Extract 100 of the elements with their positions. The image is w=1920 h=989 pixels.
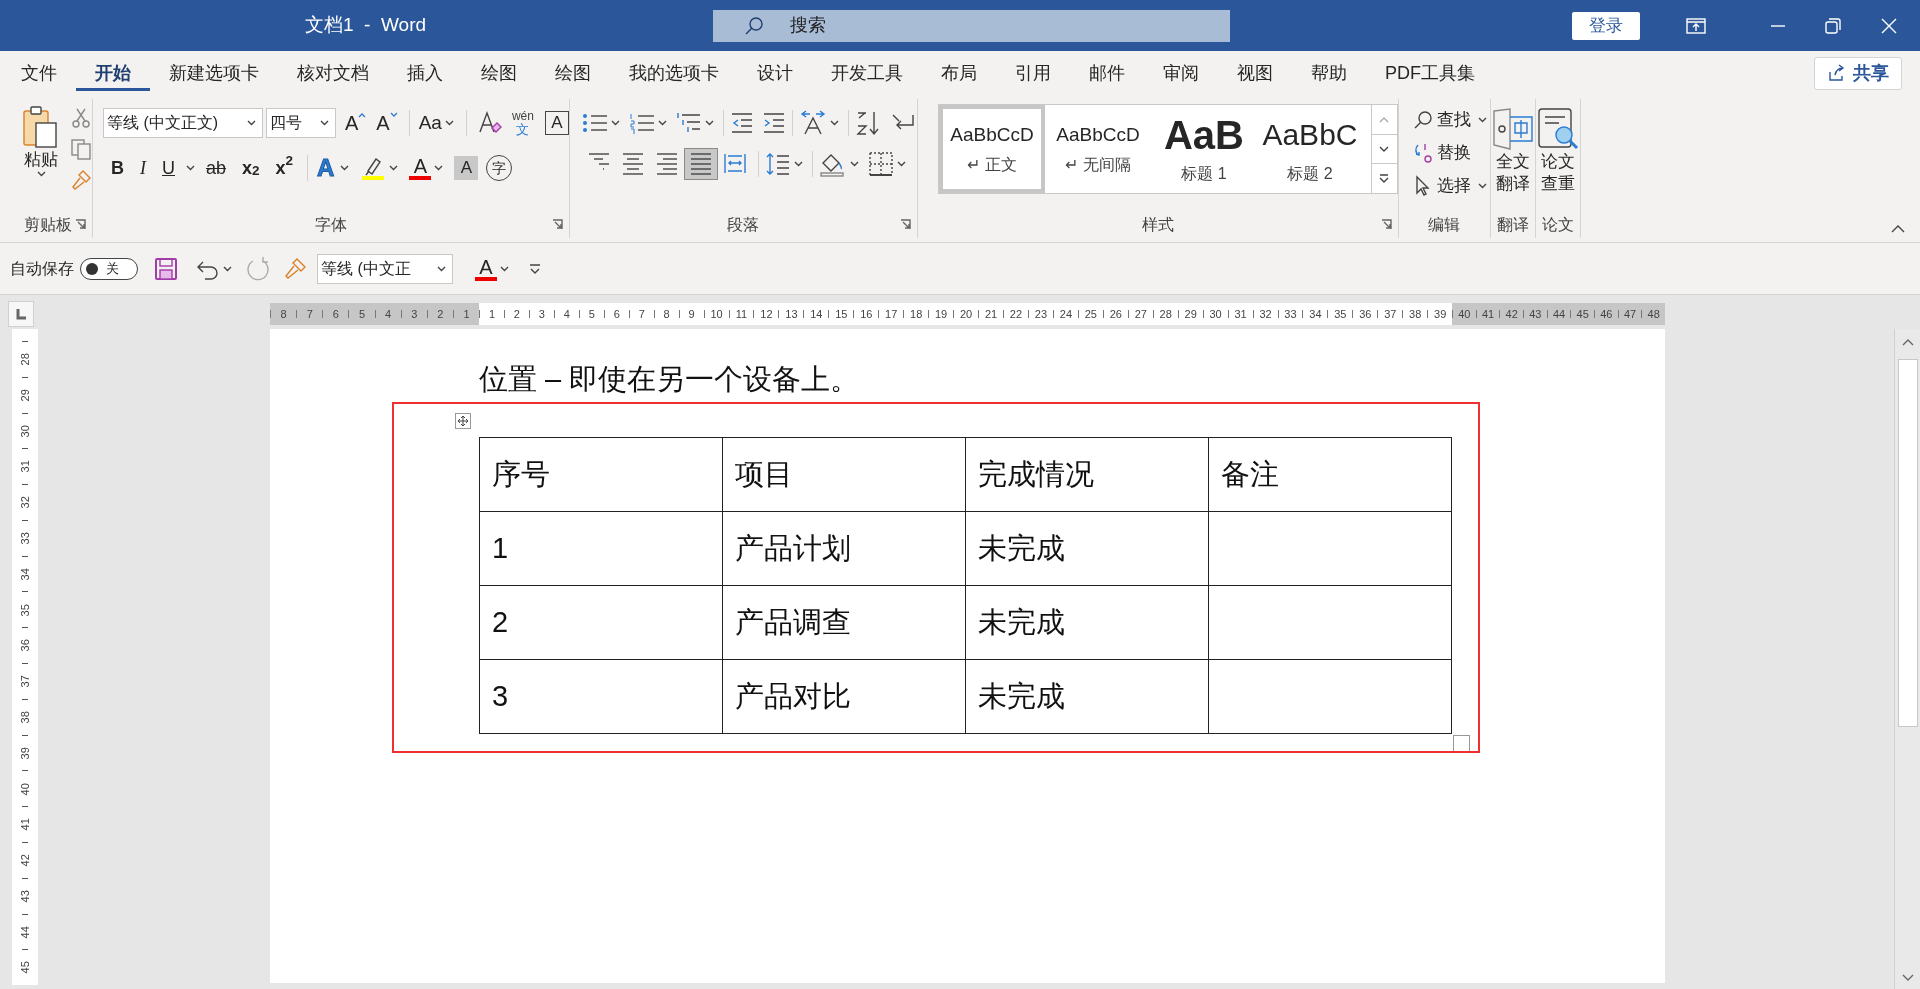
sort-icon[interactable] [854,110,881,136]
cut-icon[interactable] [70,107,92,129]
ribbon-display-icon[interactable] [1686,16,1706,35]
save-icon[interactable] [154,256,178,281]
format-button[interactable]: ab [198,153,235,183]
more-styles-icon[interactable] [1379,173,1390,184]
font-name-field[interactable]: 等线 (中文正 [317,253,453,284]
change-case-button[interactable]: Aa [415,108,460,138]
vertical-ruler[interactable]: 28 29 30 31 32 33 34 35 36 37 38 39 40 41 42 43 44 45 [12,329,38,985]
caret-icon[interactable] [500,265,509,272]
caret-icon[interactable] [340,165,350,171]
highlighter-icon[interactable] [360,155,387,181]
ribbon-tab[interactable]: 开发工具 [812,55,922,91]
caret-icon[interactable] [247,120,256,126]
caret-icon[interactable] [434,165,444,171]
ribbon-tab[interactable]: 插入 [388,55,462,91]
caret-icon[interactable] [223,265,232,272]
format-button[interactable]: B [103,153,132,183]
share-button[interactable]: 共享 [1814,56,1902,90]
ribbon-tab[interactable]: 绘图 [536,55,610,91]
editing-button[interactable]: 选择 [1412,171,1490,201]
shrink-font-button[interactable]: A [371,108,403,138]
editing-button[interactable]: 查找 [1412,105,1490,135]
increase-indent-icon[interactable] [761,112,786,134]
style-item[interactable]: AaBbCcD ↵ 正文 [938,105,1045,193]
multilevel-list-icon[interactable] [675,111,702,135]
caret-icon[interactable] [389,165,399,171]
format-button[interactable]: x$_{2}$ [234,153,268,183]
dialog-launcher-icon[interactable] [899,219,911,230]
ribbon-tab[interactable]: 我的选项卡 [610,55,738,91]
dialog-launcher-icon[interactable] [1380,219,1392,230]
ribbon-tab[interactable]: 绘图 [462,55,536,91]
character-shading-button[interactable]: A [454,156,479,180]
caret-icon[interactable] [1477,183,1487,189]
dialog-launcher-icon[interactable] [551,219,563,230]
scrollbar-thumb[interactable] [1897,359,1918,727]
caret-icon[interactable] [186,165,195,171]
thesis-check-button[interactable]: 论文查重 [1535,107,1580,195]
search-field[interactable]: 搜索 [713,9,1230,42]
style-item[interactable]: AaBbC 标题 2 [1256,105,1363,193]
format-button[interactable]: x$^{2}$ [267,153,302,183]
scroll-up-icon[interactable] [1901,338,1914,346]
caret-icon[interactable] [36,171,46,177]
caret-icon[interactable] [610,120,620,126]
table-move-handle-icon[interactable] [455,413,471,429]
text-effect-button[interactable]: A [314,150,338,186]
style-item[interactable]: AaB 标题 1 [1150,105,1257,193]
caret-icon[interactable] [829,120,839,126]
decrease-indent-icon[interactable] [729,112,754,134]
close-icon[interactable] [1880,16,1898,35]
ribbon-tab[interactable]: 开始 [76,55,150,91]
caret-icon[interactable] [320,120,329,126]
format-button[interactable]: U [154,153,183,183]
format-painter-icon[interactable] [70,169,92,191]
tab-selector[interactable] [8,301,34,327]
line-spacing-icon[interactable] [764,152,791,176]
editing-button[interactable]: 替换 [1412,138,1490,168]
format-painter-icon[interactable] [283,256,307,281]
font-color-button[interactable]: A [475,256,497,281]
ribbon-tab[interactable]: 布局 [922,55,996,91]
ribbon-tab[interactable]: 新建选项卡 [150,55,278,91]
vertical-scrollbar[interactable] [1894,329,1920,989]
format-button[interactable]: I [132,153,154,183]
caret-icon[interactable] [657,120,667,126]
ribbon-tab[interactable]: 帮助 [1292,55,1366,91]
ribbon-tab[interactable]: 审阅 [1144,55,1218,91]
login-button[interactable]: 登录 [1572,11,1640,40]
borders-icon[interactable] [867,151,894,177]
caret-icon[interactable] [849,161,859,167]
grow-font-button[interactable]: A [340,108,372,138]
copy-icon[interactable] [70,138,92,160]
caret-icon[interactable] [704,120,714,126]
scroll-down-icon[interactable] [1901,974,1914,982]
character-border-button[interactable]: A [544,111,569,135]
font-name-field[interactable]: 等线 (中文正文) [103,108,263,138]
autosave-toggle[interactable]: 关 [80,257,138,280]
chinese-layout-icon[interactable] [798,110,827,136]
font-size-field[interactable]: 四号 [266,108,336,138]
ribbon-tab[interactable]: 视图 [1218,55,1292,91]
dialog-launcher-icon[interactable] [75,219,86,230]
ribbon-tab[interactable]: 引用 [996,55,1070,91]
numbering-icon[interactable] [628,111,655,135]
ribbon-tab[interactable]: 设计 [738,55,812,91]
ribbon-tab[interactable]: 文件 [2,55,76,91]
caret-icon[interactable] [444,120,454,126]
collapse-ribbon-icon[interactable] [1890,224,1906,234]
paste-button[interactable]: 粘贴 [18,105,64,191]
bullets-icon[interactable] [581,111,608,135]
align-button[interactable] [683,148,718,180]
caret-icon[interactable] [437,265,446,272]
ribbon-tab[interactable]: 核对文档 [278,55,388,91]
caret-icon[interactable] [896,161,906,167]
ribbon-tab[interactable]: 邮件 [1070,55,1144,91]
caret-icon[interactable] [1477,117,1487,123]
style-item[interactable]: AaBbCcD ↵ 无间隔 [1044,105,1151,193]
ribbon-tab[interactable]: PDF工具集 [1366,55,1494,91]
customize-toolbar-icon[interactable] [528,262,542,275]
scroll-down-icon[interactable] [1379,145,1390,153]
font-color-button[interactable]: A [409,156,432,180]
translate-button[interactable]: 全文翻译 [1490,107,1535,195]
